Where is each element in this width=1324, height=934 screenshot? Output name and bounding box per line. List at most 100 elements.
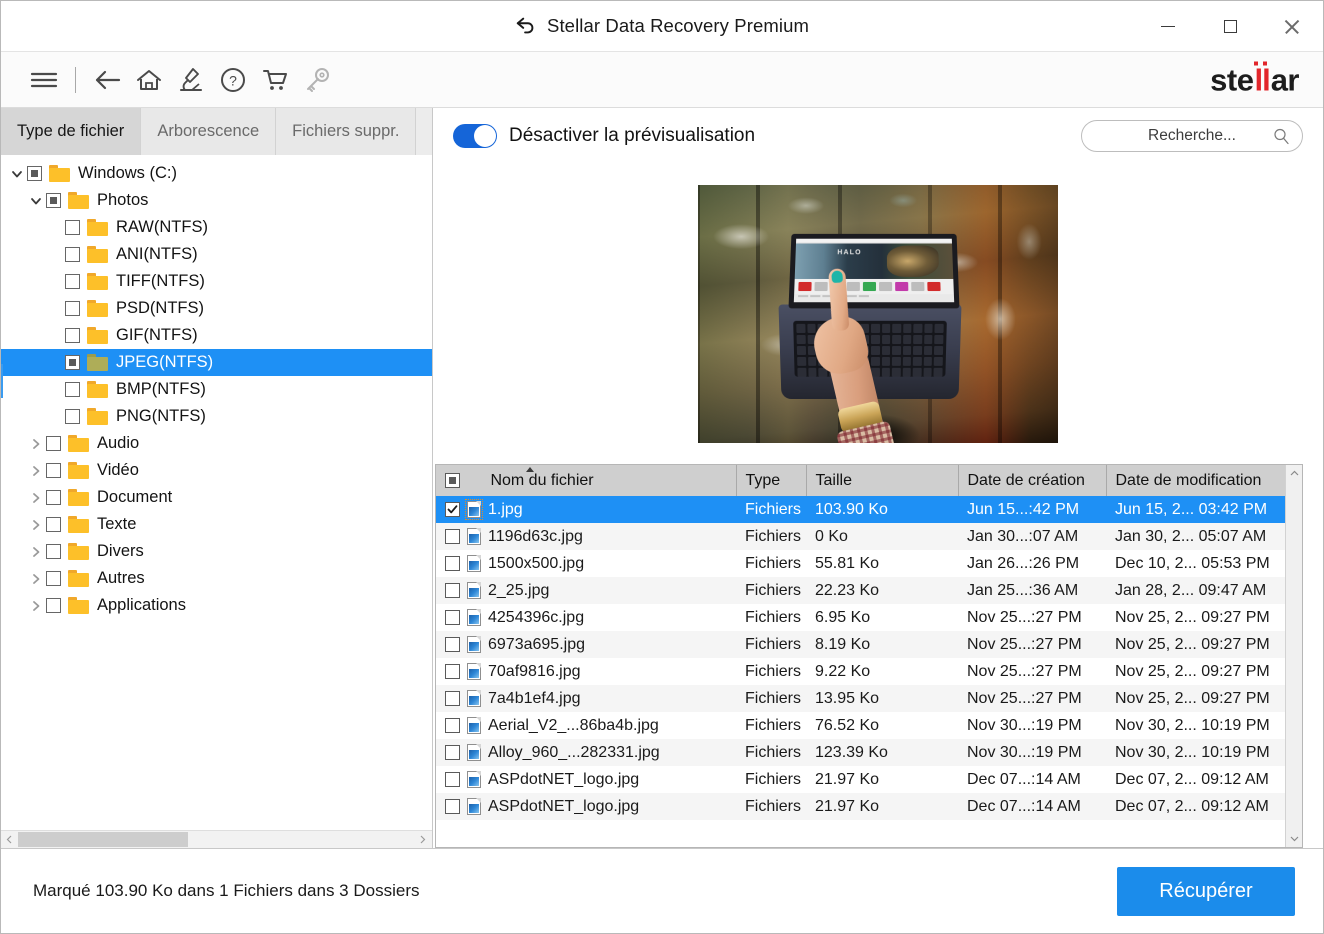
select-all-checkbox[interactable]	[445, 473, 460, 488]
tree-item-document[interactable]: Document	[1, 484, 432, 511]
chevron-down-icon[interactable]	[26, 195, 46, 207]
tree-item-bmp-ntfs[interactable]: BMP(NTFS)	[1, 376, 432, 403]
column-header-size[interactable]: Taille	[806, 465, 958, 496]
row-checkbox[interactable]	[445, 556, 460, 571]
tree-item-checkbox[interactable]	[46, 517, 61, 532]
chevron-right-icon[interactable]	[26, 573, 46, 585]
scroll-down-arrow[interactable]	[1286, 830, 1303, 847]
tree-item-vid-o[interactable]: Vidéo	[1, 457, 432, 484]
tree-item-checkbox[interactable]	[46, 544, 61, 559]
tree-item-audio[interactable]: Audio	[1, 430, 432, 457]
chevron-right-icon[interactable]	[26, 438, 46, 450]
store-tile	[798, 282, 811, 291]
tree-item-autres[interactable]: Autres	[1, 565, 432, 592]
column-header-modified[interactable]: Date de modification	[1106, 465, 1285, 496]
table-row[interactable]: 1196d63c.jpgFichiers0 KoJan 30...:07 AMJ…	[436, 523, 1285, 550]
scrollbar-thumb[interactable]	[18, 832, 188, 847]
table-row[interactable]: 6973a695.jpgFichiers8.19 KoNov 25...:27 …	[436, 631, 1285, 658]
table-row[interactable]: ASPdotNET_logo.jpgFichiers21.97 KoDec 07…	[436, 793, 1285, 820]
chevron-right-icon[interactable]	[26, 519, 46, 531]
tree-item-checkbox[interactable]	[65, 355, 80, 370]
row-checkbox[interactable]	[445, 691, 460, 706]
home-icon[interactable]	[128, 59, 170, 101]
chevron-right-icon[interactable]	[26, 546, 46, 558]
tree-item-windows-c[interactable]: Windows (C:)	[1, 160, 432, 187]
row-checkbox[interactable]	[445, 610, 460, 625]
tab-type-de-fichier[interactable]: Type de fichier	[1, 108, 141, 155]
preview-toggle[interactable]: Désactiver la prévisualisation	[453, 124, 755, 148]
microscope-icon[interactable]	[170, 59, 212, 101]
row-checkbox[interactable]	[445, 772, 460, 787]
tree-item-png-ntfs[interactable]: PNG(NTFS)	[1, 403, 432, 430]
tree-item-checkbox[interactable]	[65, 301, 80, 316]
table-row[interactable]: 7a4b1ef4.jpgFichiers13.95 KoNov 25...:27…	[436, 685, 1285, 712]
tree-item-checkbox[interactable]	[27, 166, 42, 181]
table-row[interactable]: 2_25.jpgFichiers22.23 KoJan 25...:36 AMJ…	[436, 577, 1285, 604]
row-checkbox[interactable]	[445, 529, 460, 544]
tab-fichiers-supprimes[interactable]: Fichiers suppr.	[276, 108, 416, 155]
tree-item-checkbox[interactable]	[46, 193, 61, 208]
tree-item-raw-ntfs[interactable]: RAW(NTFS)	[1, 214, 432, 241]
scroll-up-arrow[interactable]	[1286, 465, 1303, 482]
tree-item-checkbox[interactable]	[65, 274, 80, 289]
cart-icon[interactable]	[254, 59, 296, 101]
close-button[interactable]	[1261, 2, 1323, 52]
table-row[interactable]: Alloy_960_...282331.jpgFichiers123.39 Ko…	[436, 739, 1285, 766]
tree-item-ani-ntfs[interactable]: ANI(NTFS)	[1, 241, 432, 268]
tree-item-texte[interactable]: Texte	[1, 511, 432, 538]
tree-item-tiff-ntfs[interactable]: TIFF(NTFS)	[1, 268, 432, 295]
hamburger-menu-icon[interactable]	[23, 59, 65, 101]
row-checkbox[interactable]	[445, 502, 460, 517]
help-icon[interactable]: ?	[212, 59, 254, 101]
tree-item-checkbox[interactable]	[65, 328, 80, 343]
row-checkbox[interactable]	[445, 718, 460, 733]
recover-button[interactable]: Récupérer	[1117, 867, 1295, 916]
tree-item-photos[interactable]: Photos	[1, 187, 432, 214]
toggle-switch[interactable]	[453, 124, 497, 148]
table-row[interactable]: 70af9816.jpgFichiers9.22 KoNov 25...:27 …	[436, 658, 1285, 685]
column-header-type[interactable]: Type	[736, 465, 806, 496]
scroll-left-arrow[interactable]	[1, 831, 18, 848]
row-checkbox[interactable]	[445, 799, 460, 814]
table-row[interactable]: 4254396c.jpgFichiers6.95 KoNov 25...:27 …	[436, 604, 1285, 631]
tree-item-gif-ntfs[interactable]: GIF(NTFS)	[1, 322, 432, 349]
tree-item-psd-ntfs[interactable]: PSD(NTFS)	[1, 295, 432, 322]
tree-item-checkbox[interactable]	[65, 382, 80, 397]
column-header-created[interactable]: Date de création	[958, 465, 1106, 496]
tree-item-applications[interactable]: Applications	[1, 592, 432, 619]
file-list-vertical-scrollbar[interactable]	[1285, 465, 1302, 847]
tree-item-divers[interactable]: Divers	[1, 538, 432, 565]
tree-item-checkbox[interactable]	[65, 409, 80, 424]
scroll-right-arrow[interactable]	[414, 831, 431, 848]
key-icon[interactable]	[296, 59, 338, 101]
tree-item-checkbox[interactable]	[46, 463, 61, 478]
back-icon[interactable]	[86, 59, 128, 101]
tree-item-jpeg-ntfs[interactable]: JPEG(NTFS)	[1, 349, 432, 376]
row-checkbox[interactable]	[445, 637, 460, 652]
row-checkbox[interactable]	[445, 745, 460, 760]
minimize-button[interactable]	[1137, 2, 1199, 52]
tree-item-checkbox[interactable]	[46, 436, 61, 451]
tree-item-checkbox[interactable]	[46, 598, 61, 613]
file-type-tree[interactable]: Windows (C:)PhotosRAW(NTFS)ANI(NTFS)TIFF…	[1, 155, 432, 830]
tree-item-checkbox[interactable]	[46, 490, 61, 505]
table-row[interactable]: Aerial_V2_...86ba4b.jpgFichiers76.52 KoN…	[436, 712, 1285, 739]
row-checkbox[interactable]	[445, 583, 460, 598]
tree-horizontal-scrollbar[interactable]	[1, 830, 432, 848]
chevron-right-icon[interactable]	[26, 492, 46, 504]
maximize-button[interactable]	[1199, 2, 1261, 52]
table-row[interactable]: 1500x500.jpgFichiers55.81 KoJan 26...:26…	[436, 550, 1285, 577]
tree-item-checkbox[interactable]	[46, 571, 61, 586]
tab-arborescence[interactable]: Arborescence	[141, 108, 276, 155]
chevron-right-icon[interactable]	[26, 465, 46, 477]
table-row[interactable]: 1.jpgFichiers103.90 KoJun 15...:42 PMJun…	[436, 496, 1285, 523]
search-box[interactable]	[1081, 120, 1303, 152]
table-row[interactable]: ASPdotNET_logo.jpgFichiers21.97 KoDec 07…	[436, 766, 1285, 793]
chevron-down-icon[interactable]	[7, 168, 27, 180]
tree-item-checkbox[interactable]	[65, 220, 80, 235]
row-checkbox[interactable]	[445, 664, 460, 679]
tree-item-checkbox[interactable]	[65, 247, 80, 262]
chevron-right-icon[interactable]	[26, 600, 46, 612]
column-header-name[interactable]: Nom du fichier	[436, 465, 736, 496]
search-input[interactable]	[1117, 126, 1267, 146]
